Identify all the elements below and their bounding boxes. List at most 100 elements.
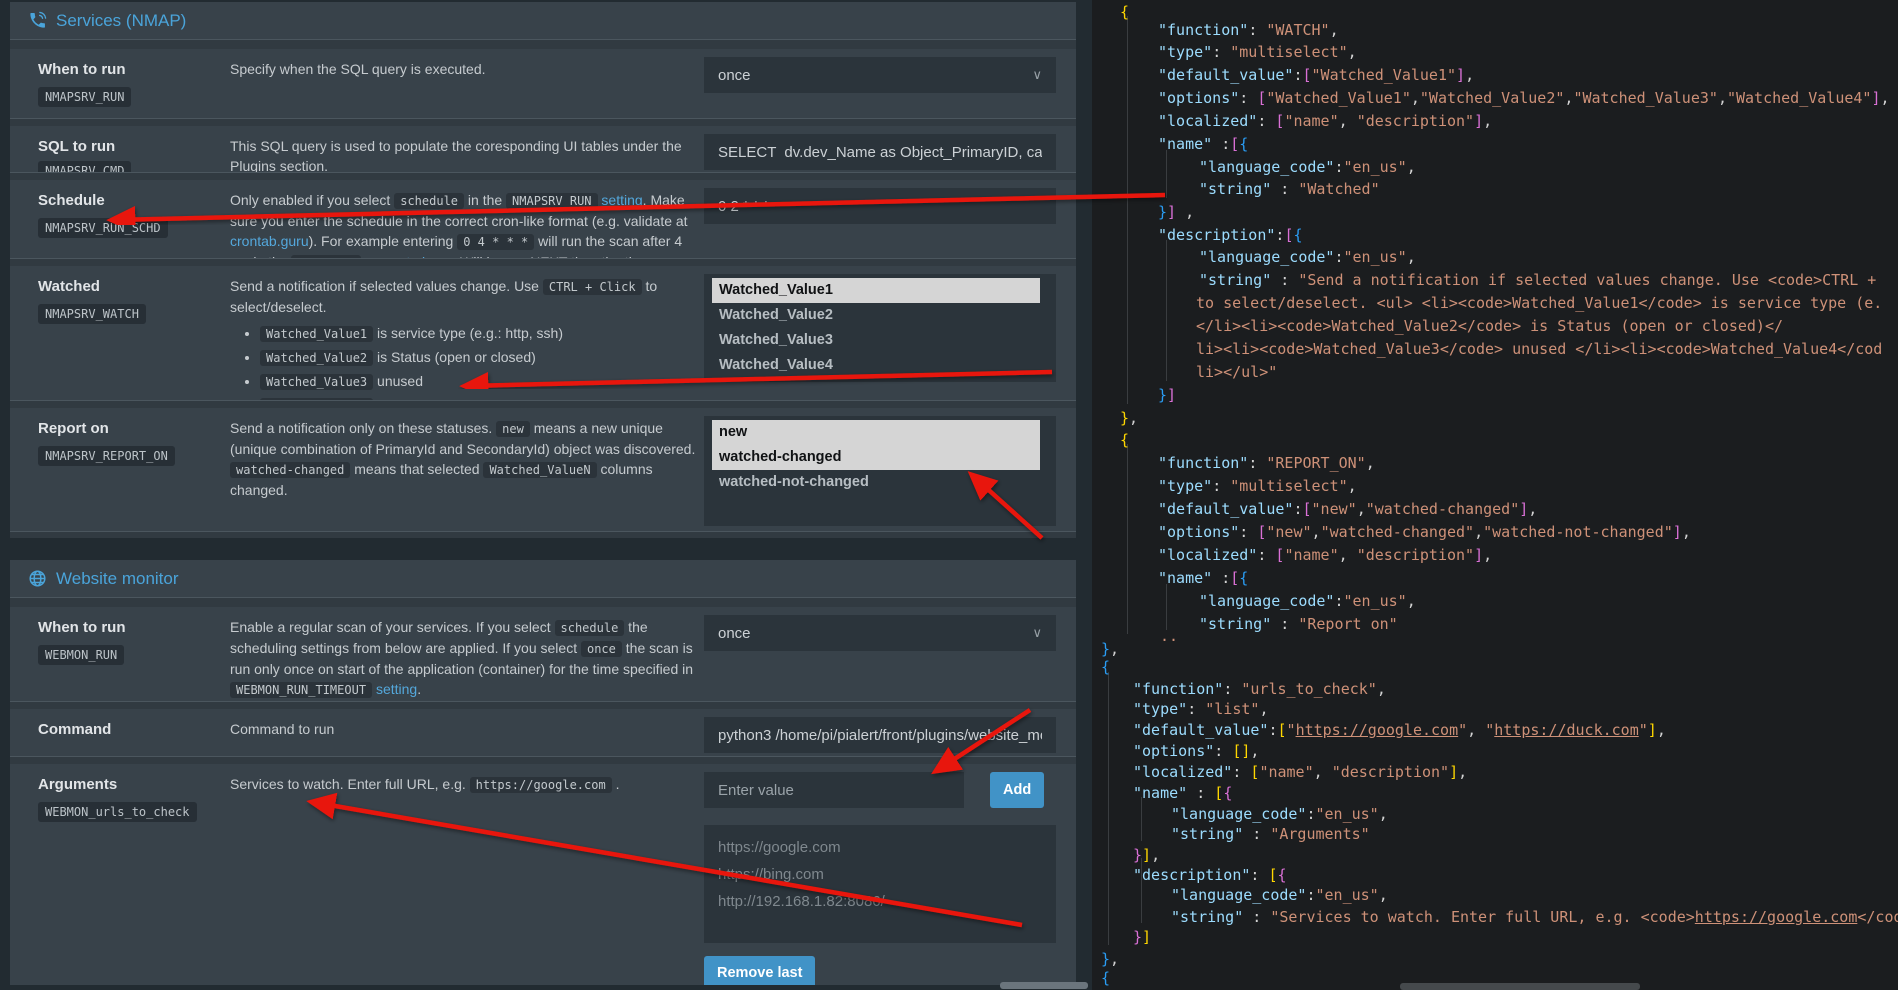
bullet-item: Watched_Value3 unused: [260, 371, 700, 393]
remove-last-button[interactable]: Remove last: [704, 956, 815, 985]
inline-code: NMAPSRV_RUN: [506, 193, 597, 209]
multiselect-option[interactable]: new: [712, 420, 1040, 445]
code-line: "name" :[{: [1158, 568, 1248, 588]
code-line: "type": "multiselect",: [1158, 476, 1357, 496]
services-nmap-card: Services (NMAP) When to run NMAPSRV_RUN …: [10, 2, 1076, 538]
description-text: ). For example entering: [309, 233, 458, 249]
setting-control-col: once ∨: [704, 615, 1056, 701]
editor-horizontal-scrollbar-thumb[interactable]: [1400, 983, 1640, 990]
indent-guide: [1166, 150, 1167, 198]
inline-link[interactable]: setting: [376, 681, 417, 697]
code-line: "function": "WATCH",: [1158, 20, 1339, 40]
code-line: },: [1101, 639, 1119, 659]
input-value: SELECT dv.dev_Name as Object_PrimaryID, …: [718, 144, 1042, 161]
code-line: }]: [1133, 927, 1151, 947]
code-line: },: [1101, 949, 1119, 969]
multiselect-option[interactable]: watched-not-changed: [712, 470, 1040, 495]
code-line: "options": [],: [1133, 741, 1259, 761]
indent-guide: [1141, 797, 1142, 841]
code-line: {: [1101, 657, 1110, 677]
code-line: li><li><code>Watched_Value3</code> unuse…: [1196, 339, 1882, 359]
setting-label: SQL to run: [38, 138, 230, 155]
add-button[interactable]: Add: [990, 772, 1044, 808]
left-horizontal-scrollbar-thumb[interactable]: [1000, 982, 1088, 989]
url-list-item[interactable]: https://google.com: [718, 834, 1042, 861]
setting-control-col: Watched_Value1Watched_Value2Watched_Valu…: [704, 274, 1056, 400]
bullet-list: Watched_Value1 is service type (e.g.: ht…: [230, 323, 700, 401]
setting-control-col: Enter value Add https://google.comhttps:…: [704, 772, 1056, 985]
indent-guide: [1166, 240, 1167, 381]
inline-code: Watched_ValueN: [483, 462, 596, 478]
schedule-input[interactable]: 0 2 * * *: [704, 188, 1056, 224]
multiselect-option[interactable]: Watched_Value2: [712, 303, 1040, 328]
setting-label-col: Schedule NMAPSRV_RUN_SCHD: [38, 188, 230, 258]
inline-code: Watched_Value4: [260, 398, 373, 401]
code-line: to select/deselect. <ul> <li><code>Watch…: [1196, 293, 1882, 313]
code-line: "string" : "Arguments": [1171, 824, 1370, 844]
description-text: Only enabled if you select: [230, 192, 394, 208]
url-listbox[interactable]: https://google.comhttps://bing.comhttp:/…: [704, 825, 1056, 943]
inline-link[interactable]: crontab.guru: [230, 233, 309, 249]
setting-label: When to run: [38, 61, 230, 78]
code-line: "localized": ["name", "description"],: [1158, 545, 1492, 565]
report-on-multiselect[interactable]: newwatched-changedwatched-not-changed: [704, 416, 1056, 526]
code-line: }]: [1158, 385, 1176, 405]
url-list-item[interactable]: https://bing.com: [718, 861, 1042, 888]
code-line: }] ,: [1158, 202, 1194, 222]
setting-key-badge: WEBMON_RUN: [38, 645, 124, 665]
description-text: is Status (open or closed): [373, 349, 536, 365]
inline-code: schedule: [394, 193, 464, 209]
setting-label: Arguments: [38, 776, 230, 793]
chevron-down-icon: ∨: [1032, 625, 1042, 641]
description-text: Specify when the SQL query is executed.: [230, 61, 486, 77]
multiselect-option[interactable]: watched-changed: [712, 445, 1040, 470]
setting-label-col: Watched NMAPSRV_WATCH: [38, 274, 230, 400]
setting-description: Enable a regular scan of your services. …: [230, 615, 700, 701]
code-line: "default_value":["new","watched-changed"…: [1158, 499, 1537, 519]
watched-multiselect[interactable]: Watched_Value1Watched_Value2Watched_Valu…: [704, 274, 1056, 382]
description-bullets: Watched_Value1 is service type (e.g.: ht…: [230, 323, 700, 401]
setting-control-col: python3 /home/pi/pialert/front/plugins/w…: [704, 717, 1056, 756]
setting-description: Send a notification only on these status…: [230, 416, 700, 531]
code-line: {: [1120, 2, 1129, 22]
setting-row-nmapsrv-cmd: SQL to run NMAPSRV_CMD This SQL query is…: [10, 126, 1076, 173]
multiselect-option[interactable]: Watched_Value4: [712, 353, 1040, 378]
inline-link[interactable]: setting: [601, 192, 642, 208]
setting-key-badge: NMAPSRV_RUN_SCHD: [38, 218, 168, 238]
multiselect-option[interactable]: Watched_Value1: [712, 278, 1040, 303]
setting-label: Watched: [38, 278, 230, 295]
indent-guide: [1166, 584, 1167, 630]
inline-code: TIMEZONE: [291, 255, 361, 259]
multiselect-option[interactable]: Watched_Value3: [712, 328, 1040, 353]
setting-label-col: When to run WEBMON_RUN: [38, 615, 230, 701]
description-text: unused: [373, 373, 423, 389]
webmon-card-header: Website monitor: [10, 560, 1076, 598]
code-line: "language_code":"en_us",: [1199, 157, 1416, 177]
code-line: "description":[{: [1158, 225, 1303, 245]
website-monitor-card: Website monitor When to run WEBMON_RUN E…: [10, 560, 1076, 985]
inline-link[interactable]: you set above: [365, 254, 452, 259]
webmon-when-to-run-select[interactable]: once ∨: [704, 615, 1056, 651]
sql-to-run-input[interactable]: SELECT dv.dev_Name as Object_PrimaryID, …: [704, 134, 1056, 170]
description-text: .: [612, 776, 620, 792]
inline-code: new: [496, 421, 530, 437]
when-to-run-select[interactable]: once ∨: [704, 57, 1056, 93]
url-list-item[interactable]: http://192.168.1.82:8086/: [718, 888, 1042, 915]
setting-row-nmapsrv-run: When to run NMAPSRV_RUN Specify when the…: [10, 49, 1076, 119]
setting-description: Only enabled if you select schedule in t…: [230, 188, 700, 258]
code-line: {: [1120, 430, 1129, 450]
setting-label: Report on: [38, 420, 230, 437]
setting-row-command: Command Command to run python3 /home/pi/…: [10, 709, 1076, 757]
enter-value-input[interactable]: Enter value: [704, 772, 964, 808]
setting-description: Services to watch. Enter full URL, e.g. …: [230, 772, 700, 985]
services-card-header: Services (NMAP): [10, 2, 1076, 40]
setting-row-webmon-run: When to run WEBMON_RUN Enable a regular …: [10, 607, 1076, 702]
code-line: "name" : [{: [1133, 783, 1232, 803]
setting-control-col: 0 2 * * *: [704, 188, 1056, 258]
code-line: "language_code":"en_us",: [1199, 247, 1416, 267]
setting-label-col: Command: [38, 717, 230, 756]
code-line: "string" : "Watched": [1199, 179, 1380, 199]
setting-label-col: Report on NMAPSRV_REPORT_ON: [38, 416, 230, 531]
command-input[interactable]: python3 /home/pi/pialert/front/plugins/w…: [704, 717, 1056, 753]
setting-key-badge: NMAPSRV_RUN: [38, 87, 131, 107]
